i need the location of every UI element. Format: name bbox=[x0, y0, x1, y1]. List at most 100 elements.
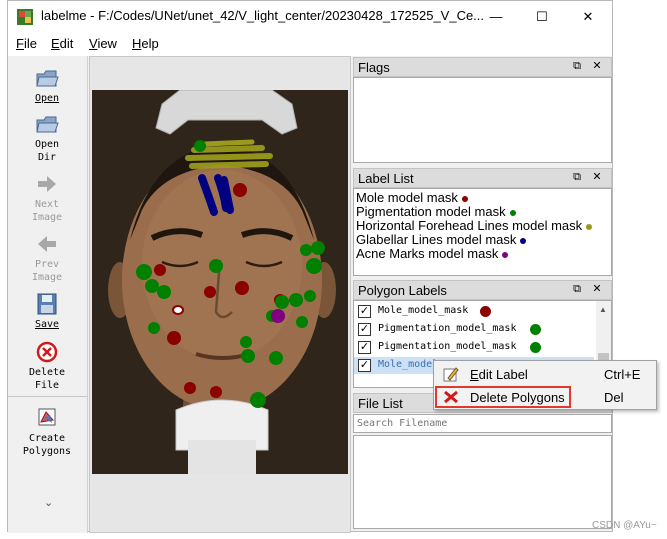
menu-bar: File Edit View Help bbox=[8, 32, 612, 56]
flags-title: Flags bbox=[358, 60, 390, 75]
open-dir-button[interactable]: Open Dir bbox=[8, 112, 86, 164]
edit-label-icon bbox=[443, 367, 459, 382]
label-list[interactable]: Mole model mask Pigmentation model mask … bbox=[353, 188, 612, 276]
label-color-dot bbox=[586, 223, 593, 230]
menu-view[interactable]: View bbox=[89, 36, 117, 51]
polygon-label-text: Pigmentation_model_mask bbox=[378, 341, 517, 352]
image-canvas[interactable] bbox=[89, 56, 351, 533]
app-window: labelme - F:/Codes/UNet/unet_42/V_light_… bbox=[7, 0, 613, 533]
save-button[interactable]: Save bbox=[8, 292, 86, 331]
maximize-icon: ☐ bbox=[536, 9, 548, 24]
visibility-checkbox[interactable]: ✓ bbox=[358, 323, 371, 336]
menu-file-mnemonic: F bbox=[16, 36, 24, 51]
label-color-dot bbox=[461, 195, 468, 202]
file-list[interactable] bbox=[353, 435, 612, 529]
label-text: Glabellar Lines model mask bbox=[356, 232, 517, 247]
float-icon[interactable]: ⧉ bbox=[570, 59, 584, 73]
visibility-checkbox[interactable]: ✓ bbox=[358, 305, 371, 318]
list-item[interactable]: Acne Marks model mask bbox=[356, 247, 611, 261]
polygon-label-text: Pigmentation_model_mask bbox=[378, 323, 517, 334]
menu-file[interactable]: File bbox=[16, 36, 37, 51]
window-title: labelme - F:/Codes/UNet/unet_42/V_light_… bbox=[41, 8, 485, 23]
delete-circle-icon bbox=[36, 341, 58, 363]
polygon-color-dot bbox=[480, 306, 491, 317]
menu-view-label: iew bbox=[97, 36, 117, 51]
folder-open-icon bbox=[36, 70, 59, 87]
tool-bar: Open Open Dir Next Image Prev Image Save… bbox=[8, 56, 88, 533]
label-color-dot bbox=[509, 209, 516, 216]
open-button[interactable]: Open bbox=[8, 66, 86, 105]
menu-help-mnemonic: H bbox=[132, 36, 142, 51]
file-list-title: File List bbox=[358, 396, 403, 411]
edit-label-mnemonic: E bbox=[470, 367, 479, 382]
menu-file-label: ile bbox=[23, 36, 37, 51]
float-icon[interactable]: ⧉ bbox=[570, 170, 584, 184]
visibility-checkbox[interactable]: ✓ bbox=[358, 359, 371, 372]
polygon-label-text: Mole_model bbox=[378, 359, 439, 370]
arrow-left-icon bbox=[38, 236, 56, 252]
delete-file-label: Delete File bbox=[28, 367, 66, 391]
annotation-highlight-box bbox=[435, 386, 571, 408]
close-icon[interactable]: ✕ bbox=[590, 59, 604, 73]
arrow-right-icon bbox=[38, 176, 56, 192]
create-polygons-label: Create Polygons bbox=[22, 433, 72, 457]
open-dir-label: Open Dir bbox=[34, 139, 60, 163]
flags-list[interactable] bbox=[353, 77, 612, 163]
prev-image-label: Prev Image bbox=[31, 259, 63, 283]
close-icon[interactable]: ✕ bbox=[590, 282, 604, 296]
list-item[interactable]: Mole model mask bbox=[356, 191, 611, 205]
flags-dock: Flags ⧉ ✕ bbox=[353, 57, 612, 165]
edit-label-shortcut: Ctrl+E bbox=[604, 367, 641, 382]
list-item[interactable]: Glabellar Lines model mask bbox=[356, 233, 611, 247]
title-bar[interactable]: labelme - F:/Codes/UNet/unet_42/V_light_… bbox=[8, 1, 612, 32]
label-color-dot bbox=[502, 251, 509, 258]
save-icon bbox=[37, 293, 57, 315]
menu-help-label: elp bbox=[141, 36, 159, 51]
folder-icon bbox=[36, 116, 59, 133]
table-row[interactable]: ✓ Pigmentation_model_mask bbox=[354, 339, 594, 356]
save-label: Save bbox=[34, 319, 60, 330]
polygon-color-dot bbox=[530, 342, 541, 353]
maximize-button[interactable]: ☐ bbox=[519, 1, 565, 32]
float-icon[interactable]: ⧉ bbox=[570, 282, 584, 296]
delete-polygons-shortcut: Del bbox=[604, 390, 624, 405]
watermark: CSDN @AYu~ bbox=[592, 520, 657, 531]
edit-label-menu-item[interactable]: Edit Label Ctrl+E bbox=[434, 363, 656, 385]
polygon-label-text: Mole_model_mask bbox=[378, 305, 469, 316]
polygon-labels-title: Polygon Labels bbox=[358, 283, 447, 298]
minimize-button[interactable]: — bbox=[473, 1, 519, 32]
polygon-color-dot bbox=[530, 324, 541, 335]
toolbar-separator bbox=[8, 396, 87, 397]
label-list-title: Label List bbox=[358, 171, 414, 186]
menu-edit-mnemonic: E bbox=[51, 36, 60, 51]
next-image-label: Next Image bbox=[31, 199, 63, 223]
close-button[interactable]: ✕ bbox=[565, 1, 611, 32]
label-text: Mole model mask bbox=[356, 190, 458, 205]
face-photo-with-annotations[interactable] bbox=[92, 90, 348, 474]
menu-help[interactable]: Help bbox=[132, 36, 159, 51]
list-item[interactable]: Pigmentation model mask bbox=[356, 205, 611, 219]
edit-label-text: Edit Label bbox=[470, 367, 528, 382]
next-image-button[interactable]: Next Image bbox=[8, 172, 86, 224]
close-icon[interactable]: ✕ bbox=[590, 170, 604, 184]
toolbar-expand-icon[interactable]: ⌄ bbox=[44, 496, 53, 509]
table-row[interactable]: ✓ Mole_model_mask bbox=[354, 303, 594, 320]
list-item[interactable]: Horizontal Forehead Lines model mask bbox=[356, 219, 611, 233]
create-polygons-button[interactable]: Create Polygons bbox=[8, 406, 86, 458]
prev-image-button[interactable]: Prev Image bbox=[8, 232, 86, 284]
minimize-icon: — bbox=[489, 9, 503, 24]
menu-edit-label: dit bbox=[59, 36, 74, 51]
menu-edit[interactable]: Edit bbox=[51, 36, 73, 51]
edit-label-rest: dit Label bbox=[478, 367, 528, 382]
close-icon: ✕ bbox=[582, 9, 594, 24]
label-color-dot bbox=[520, 237, 527, 244]
labelme-app-icon bbox=[17, 9, 33, 25]
delete-file-button[interactable]: Delete File bbox=[8, 340, 86, 392]
open-label: Open bbox=[34, 93, 60, 104]
file-list-dock: File List bbox=[353, 393, 612, 531]
visibility-checkbox[interactable]: ✓ bbox=[358, 341, 371, 354]
table-row[interactable]: ✓ Pigmentation_model_mask bbox=[354, 321, 594, 338]
label-list-dock: Label List ⧉ ✕ Mole model mask Pigmentat… bbox=[353, 168, 612, 278]
file-search-input[interactable] bbox=[353, 414, 612, 433]
scroll-up-icon[interactable]: ▲ bbox=[599, 305, 607, 314]
